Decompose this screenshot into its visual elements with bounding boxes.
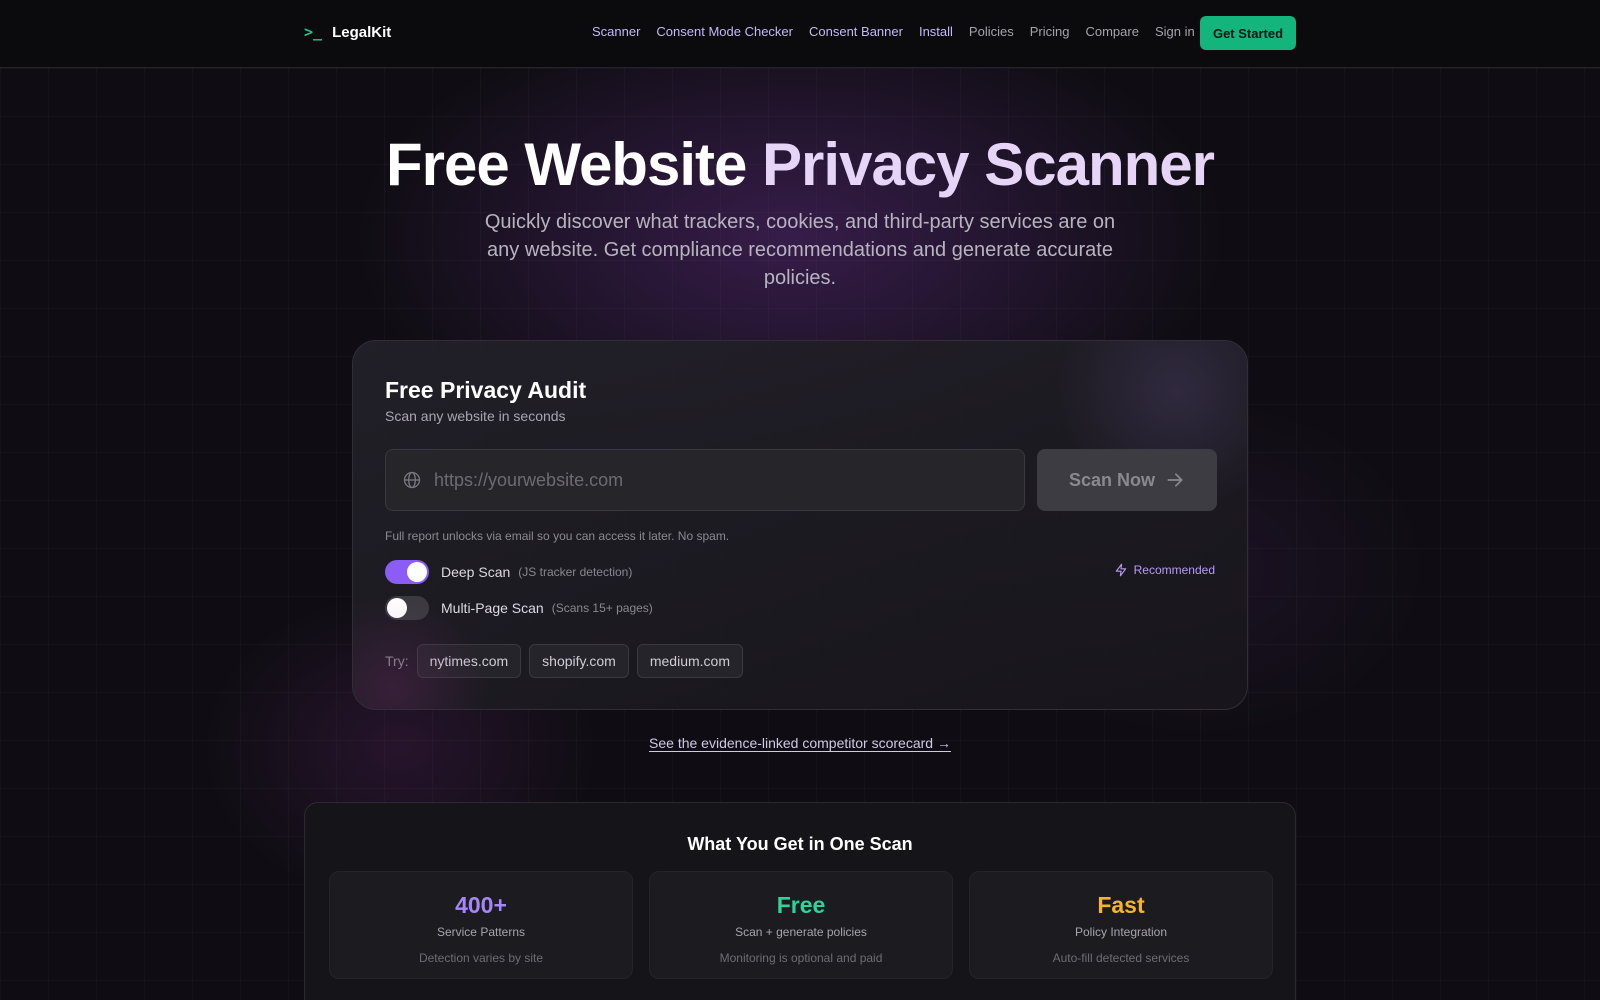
features-title: What You Get in One Scan bbox=[687, 834, 913, 854]
nav-link-install[interactable]: Install bbox=[919, 24, 953, 39]
hero-title-part2: Privacy Scanner bbox=[762, 131, 1215, 198]
scan-now-button[interactable]: Scan Now bbox=[1037, 449, 1217, 511]
audit-title: Free Privacy Audit bbox=[385, 377, 587, 403]
toggle-knob bbox=[387, 598, 407, 618]
privacy-audit-card: Free Privacy Audit Scan any website in s… bbox=[352, 340, 1248, 710]
nav-link-policies[interactable]: Policies bbox=[969, 24, 1014, 39]
deep-scan-label: Deep Scan bbox=[441, 564, 511, 580]
toggle-knob bbox=[407, 562, 427, 582]
nav-link-sign-in[interactable]: Sign in bbox=[1155, 24, 1195, 39]
lightning-icon bbox=[1115, 563, 1126, 577]
multi-page-row: Multi-Page Scan (Scans 15+ pages) bbox=[385, 596, 653, 620]
feature-label: Scan + generate policies bbox=[735, 925, 867, 939]
brand-name: LegalKit bbox=[332, 23, 392, 41]
url-field[interactable] bbox=[385, 449, 1025, 511]
nav-link-compare[interactable]: Compare bbox=[1085, 24, 1138, 39]
feature-desc: Auto-fill detected services bbox=[1052, 951, 1190, 965]
example-chip-medium[interactable]: medium.com bbox=[636, 644, 743, 678]
hero-title-part1: Free Website bbox=[385, 131, 763, 198]
feature-card-free: Free Scan + generate policies Monitoring… bbox=[649, 871, 953, 979]
nav-link-consent-banner[interactable]: Consent Banner bbox=[809, 24, 903, 39]
hero-subtitle: Quickly discover what trackers, cookies,… bbox=[484, 211, 1116, 289]
globe-icon bbox=[403, 471, 421, 489]
nav-link-consent-mode-checker[interactable]: Consent Mode Checker bbox=[656, 24, 793, 39]
scorecard-link-row: See the evidence-linked competitor score… bbox=[0, 735, 1600, 751]
audit-subtitle: Scan any website in seconds bbox=[385, 408, 566, 424]
url-input[interactable] bbox=[434, 450, 1014, 510]
hero-title: Free Website Privacy Scanner bbox=[0, 130, 1600, 199]
features-panel: What You Get in One Scan 400+ Service Pa… bbox=[304, 802, 1296, 1000]
recommended-label: Recommended bbox=[1133, 563, 1215, 577]
multi-page-label: Multi-Page Scan bbox=[441, 600, 544, 616]
feature-label: Policy Integration bbox=[1074, 925, 1168, 939]
feature-label: Service Patterns bbox=[436, 925, 526, 939]
multi-page-toggle[interactable] bbox=[385, 596, 429, 620]
feature-desc: Detection varies by site bbox=[418, 951, 544, 965]
feature-card-patterns: 400+ Service Patterns Detection varies b… bbox=[329, 871, 633, 979]
feature-value: 400+ bbox=[455, 892, 507, 918]
deep-scan-row: Deep Scan (JS tracker detection) bbox=[385, 560, 632, 584]
feature-desc: Monitoring is optional and paid bbox=[719, 951, 883, 965]
try-label: Try: bbox=[385, 653, 409, 669]
top-header: >_ LegalKit Scanner Consent Mode Checker… bbox=[0, 0, 1600, 68]
main-nav: Scanner Consent Mode Checker Consent Ban… bbox=[592, 24, 1195, 39]
arrow-right-icon bbox=[1167, 473, 1183, 487]
multi-page-hint: (Scans 15+ pages) bbox=[551, 601, 653, 615]
feature-card-fast: Fast Policy Integration Auto-fill detect… bbox=[969, 871, 1273, 979]
deep-scan-hint: (JS tracker detection) bbox=[518, 565, 633, 579]
competitor-scorecard-link[interactable]: See the evidence-linked competitor score… bbox=[649, 735, 951, 751]
nav-link-scanner[interactable]: Scanner bbox=[592, 24, 640, 39]
example-chip-shopify[interactable]: shopify.com bbox=[529, 644, 629, 678]
get-started-button[interactable]: Get Started bbox=[1200, 16, 1296, 50]
feature-value: Free bbox=[776, 892, 826, 918]
deep-scan-toggle[interactable] bbox=[385, 560, 429, 584]
email-unlock-note: Full report unlocks via email so you can… bbox=[385, 529, 730, 543]
nav-link-pricing[interactable]: Pricing bbox=[1030, 24, 1070, 39]
recommended-badge: Recommended bbox=[1114, 563, 1215, 577]
scan-now-label: Scan Now bbox=[1068, 469, 1156, 490]
brand-logo[interactable]: >_ LegalKit bbox=[304, 23, 391, 41]
terminal-icon: >_ bbox=[304, 23, 323, 41]
try-examples: Try: nytimes.com shopify.com medium.com bbox=[385, 644, 743, 678]
feature-value: Fast bbox=[1097, 892, 1145, 918]
example-chip-nytimes[interactable]: nytimes.com bbox=[416, 644, 522, 678]
